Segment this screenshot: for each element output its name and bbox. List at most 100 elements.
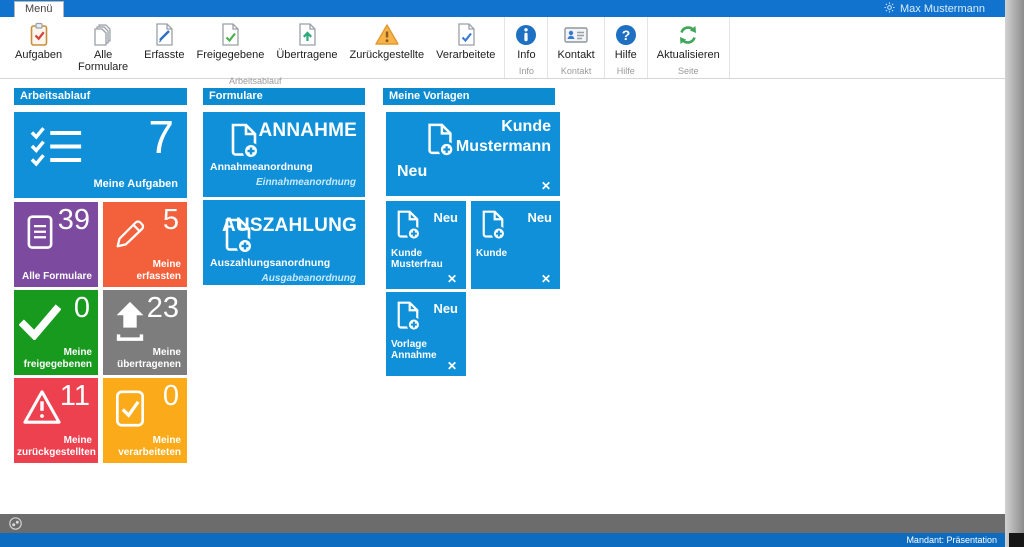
section-header-meine-vorlagen: Meine Vorlagen <box>383 88 555 105</box>
user-name: Max Mustermann <box>900 3 985 15</box>
tile-vorlage-kunde[interactable]: Neu Kunde ✕ <box>471 201 560 289</box>
help-icon: ? <box>614 21 638 48</box>
template-name: Kunde <box>476 248 557 259</box>
ribbon-button-kontakt[interactable]: Kontakt <box>552 20 599 62</box>
pencil-icon <box>111 212 149 257</box>
tile-count: 11 <box>60 380 90 413</box>
template-name: Kunde Mustermann <box>433 117 551 157</box>
tile-vorlage-kunde-mustermann[interactable]: Kunde Mustermann Neu ✕ <box>386 112 560 196</box>
ribbon-button-label: Info <box>517 49 535 61</box>
tile-alle-formulare[interactable]: 39 Alle Formulare <box>14 202 98 287</box>
tile-label: Meine übertragenen <box>106 347 181 370</box>
user-menu[interactable]: Max Mustermann <box>884 0 985 17</box>
form-subtitle: Annahmeanordnung <box>210 161 313 173</box>
tile-count: 39 <box>58 204 90 237</box>
tile-annahme[interactable]: ANNAHME Annahmeanordnung Einnahmeanordnu… <box>203 112 365 197</box>
ribbon-group-label: Hilfe <box>609 64 643 77</box>
tile-count: 0 <box>74 292 90 325</box>
ribbon-button-label: Zurückgestellte <box>350 49 425 61</box>
svg-text:?: ? <box>621 27 630 43</box>
close-icon[interactable]: ✕ <box>541 273 551 285</box>
tile-meine-erfassten[interactable]: 5 Meine erfassten <box>103 202 187 287</box>
all-forms-icon <box>90 21 116 48</box>
processed-form-icon <box>454 21 478 48</box>
ribbon-button-label: Alle Formulare <box>74 49 132 73</box>
new-document-icon <box>392 300 424 339</box>
tile-meine-freigegebenen[interactable]: 0 Meine freigegebenen <box>14 290 98 375</box>
tile-label: Meine Aufgaben <box>17 178 178 191</box>
upload-icon <box>111 300 149 347</box>
ribbon-button-label: Freigegebene <box>196 49 264 61</box>
close-icon[interactable]: ✕ <box>541 180 551 192</box>
ribbon: Aufgaben Alle Formulare Erfasste <box>0 17 1005 79</box>
tile-label: Meine freigegebenen <box>17 347 92 370</box>
screen-edge <box>1005 0 1024 547</box>
ribbon-group-label: Kontakt <box>552 64 599 77</box>
tile-meine-aufgaben[interactable]: 7 Meine Aufgaben <box>14 112 187 198</box>
tile-vorlage-annahme[interactable]: Neu Vorlage Annahme ✕ <box>386 292 466 376</box>
ribbon-group-arbeitsablauf: Aufgaben Alle Formulare Erfasste <box>6 17 505 78</box>
ribbon-group-hilfe: ? Hilfe Hilfe <box>605 17 648 78</box>
ribbon-button-aktualisieren[interactable]: Aktualisieren <box>652 20 725 62</box>
captured-form-icon <box>152 21 176 48</box>
menu-tab[interactable]: Menü <box>14 1 64 17</box>
tile-meine-uebertragenen[interactable]: 23 Meine übertragenen <box>103 290 187 375</box>
tile-count: 7 <box>148 110 174 165</box>
form-alt-name: Einnahmeanordnung <box>256 177 356 188</box>
template-new-label: Neu <box>527 210 552 225</box>
form-title: ANNAHME <box>258 120 357 142</box>
template-new-label: Neu <box>433 301 458 316</box>
tile-label: Meine zurückgestellten <box>17 435 92 458</box>
ribbon-button-uebertragene[interactable]: Übertragene <box>271 20 342 62</box>
tile-count: 5 <box>163 204 179 237</box>
ribbon-button-hilfe[interactable]: ? Hilfe <box>609 20 643 62</box>
tile-meine-verarbeiteten[interactable]: 0 Meine verarbeiteten <box>103 378 187 463</box>
bottom-toolbar <box>0 514 1005 533</box>
ribbon-button-label: Übertragene <box>276 49 337 61</box>
ribbon-group-seite: Aktualisieren Seite <box>648 17 730 78</box>
section-meine-vorlagen: Meine Vorlagen Kunde Mustermann Neu ✕ Ne… <box>383 88 560 105</box>
section-header-arbeitsablauf: Arbeitsablauf <box>14 88 187 105</box>
mandant-label: Mandant: Präsentation <box>906 535 997 545</box>
ribbon-button-verarbeitete[interactable]: Verarbeitete <box>431 20 500 62</box>
template-new-label: Neu <box>397 163 427 181</box>
check-icon <box>19 304 61 345</box>
ribbon-button-label: Aufgaben <box>15 49 62 61</box>
tasks-clipboard-icon <box>27 21 51 48</box>
section-arbeitsablauf: Arbeitsablauf 7 Meine Aufgaben 39 Alle F… <box>14 88 187 105</box>
ribbon-button-alle-formulare[interactable]: Alle Formulare <box>69 20 137 74</box>
section-header-formulare: Formulare <box>203 88 365 105</box>
tile-count: 23 <box>147 292 179 325</box>
document-icon <box>22 212 58 259</box>
section-formulare: Formulare ANNAHME Annahmeanordnung Einna… <box>203 88 365 105</box>
ribbon-button-label: Erfasste <box>144 49 184 61</box>
deferred-warning-icon <box>374 21 400 48</box>
close-icon[interactable]: ✕ <box>447 273 457 285</box>
ribbon-button-info[interactable]: Info <box>509 20 543 62</box>
ribbon-button-erfasste[interactable]: Erfasste <box>139 20 189 62</box>
ribbon-button-zurueckgestellte[interactable]: Zurückgestellte <box>345 20 430 62</box>
info-icon <box>514 21 538 48</box>
form-subtitle: Auszahlungsanordnung <box>210 257 330 269</box>
released-form-icon <box>218 21 242 48</box>
ribbon-button-freigegebene[interactable]: Freigegebene <box>191 20 269 62</box>
titlebar: Menü Max Mustermann <box>0 0 1005 17</box>
form-alt-name: Ausgabeanordnung <box>262 273 356 284</box>
refresh-icon <box>676 21 700 48</box>
checklist-icon <box>30 125 84 174</box>
tile-meine-zurueckgestellten[interactable]: 11 Meine zurückgestellten <box>14 378 98 463</box>
ribbon-group-kontakt: Kontakt Kontakt <box>548 17 604 78</box>
ribbon-button-label: Verarbeitete <box>436 49 495 61</box>
transferred-form-icon <box>295 21 319 48</box>
document-check-icon <box>111 388 149 435</box>
tile-count: 0 <box>163 380 179 413</box>
new-document-icon <box>477 209 509 248</box>
ribbon-button-label: Hilfe <box>615 49 637 61</box>
tile-vorlage-kunde-musterfrau[interactable]: Neu Kunde Musterfrau ✕ <box>386 201 466 289</box>
contact-card-icon <box>563 21 589 48</box>
close-icon[interactable]: ✕ <box>447 360 457 372</box>
ribbon-button-label: Aktualisieren <box>657 49 720 61</box>
tile-auszahlung[interactable]: AUSZAHLUNG Auszahlungsanordnung Ausgabea… <box>203 200 365 285</box>
statusbar: Mandant: Präsentation <box>0 533 1009 547</box>
ribbon-button-aufgaben[interactable]: Aufgaben <box>10 20 67 62</box>
